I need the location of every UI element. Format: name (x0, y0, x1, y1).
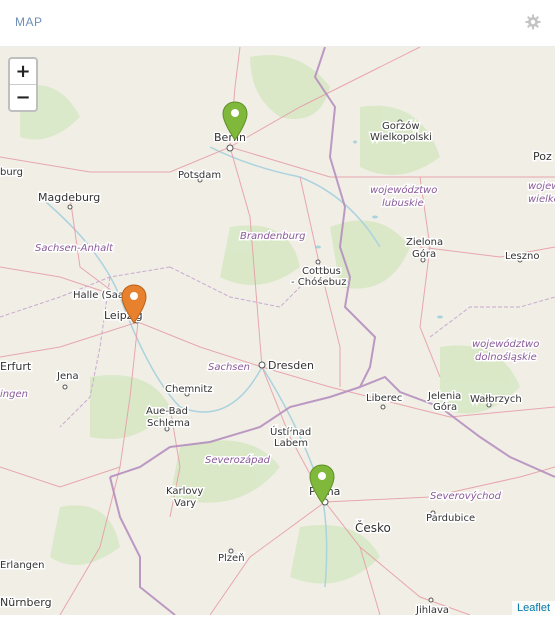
label-potsdam: Potsdam (178, 170, 221, 181)
label-jgora: Góra (433, 401, 457, 413)
label-wojew: wojew (528, 181, 555, 192)
label-leszno: Leszno (505, 251, 539, 262)
label-cesko: Česko (355, 520, 391, 535)
label-wielkopolski: Wielkopolski (370, 132, 432, 143)
label-erlangen: Erlangen (0, 560, 45, 571)
map-marker-praha[interactable] (309, 464, 335, 504)
label-labem: Labem (274, 438, 308, 449)
label-pardubice: Pardubice (426, 513, 475, 524)
label-lubuskie: lubuskie (382, 198, 424, 209)
label-karlovy: Karlovy (166, 486, 203, 497)
label-liberec: Liberec (366, 393, 402, 404)
label-brandenburg: Brandenburg (240, 231, 305, 242)
label-wielko: wielko (528, 194, 555, 205)
label-dolnoslaskie: dolnośląskie (475, 351, 537, 363)
label-chemnitz: Chemnitz (165, 384, 213, 395)
zoom-out-button[interactable]: − (10, 85, 36, 110)
label-poz: Poz (533, 150, 552, 163)
gear-icon[interactable] (525, 14, 541, 30)
label-wojewodztwo-dolnoslaskie: województwo (472, 338, 539, 350)
label-zielona: Zielona (406, 237, 443, 248)
label-sachsen-anhalt: Sachsen-Anhalt (35, 243, 114, 254)
label-erfurt: Erfurt (0, 360, 32, 373)
label-sachsen: Sachsen (208, 362, 250, 373)
label-dresden: Dresden (268, 359, 314, 372)
label-burg: burg (0, 167, 23, 178)
label-severovychod: Severovýchod (430, 490, 502, 502)
label-ingen: ingen (0, 389, 28, 400)
label-severozapad: Severozápad (205, 454, 271, 466)
label-schlema: Schlema (147, 418, 190, 429)
label-jihlava: Jihlava (415, 605, 449, 615)
label-gorzow: Gorzów (382, 120, 420, 132)
label-aue-bad: Aue-Bad (146, 406, 188, 417)
map-marker-berlin[interactable] (222, 101, 248, 141)
label-jena: Jena (56, 371, 79, 382)
label-plzen: Plzeň (218, 552, 245, 564)
label-cottbus: Cottbus (302, 266, 341, 277)
map-labels: Berlin Potsdam Gorzów Wielkopolski Poz M… (0, 119, 555, 616)
label-walbrzych: Wałbrzych (470, 394, 522, 405)
label-wojewodztwo-lubuskie-1: województwo (370, 184, 437, 196)
label-vary: Vary (174, 498, 196, 509)
label-chosebuz: - Chóśebuz (291, 276, 347, 288)
map-card: MAP Berlin Potsdam Gorzów Wielkopolski P… (0, 0, 555, 617)
card-header: MAP (0, 0, 555, 47)
card-title: MAP (15, 15, 43, 29)
map-marker-leipzig[interactable] (121, 284, 147, 324)
label-jelenia: Jelenia (427, 391, 461, 402)
leaflet-attribution-link[interactable]: Leaflet (511, 601, 555, 615)
label-usti: Ústí nad (270, 425, 311, 438)
map-viewport[interactable]: Berlin Potsdam Gorzów Wielkopolski Poz M… (0, 47, 555, 615)
label-gora: Góra (412, 248, 436, 260)
zoom-in-button[interactable]: + (10, 59, 36, 85)
label-nurnberg: Nürnberg (0, 596, 52, 609)
zoom-control: + − (8, 57, 38, 112)
label-magdeburg: Magdeburg (38, 191, 100, 204)
